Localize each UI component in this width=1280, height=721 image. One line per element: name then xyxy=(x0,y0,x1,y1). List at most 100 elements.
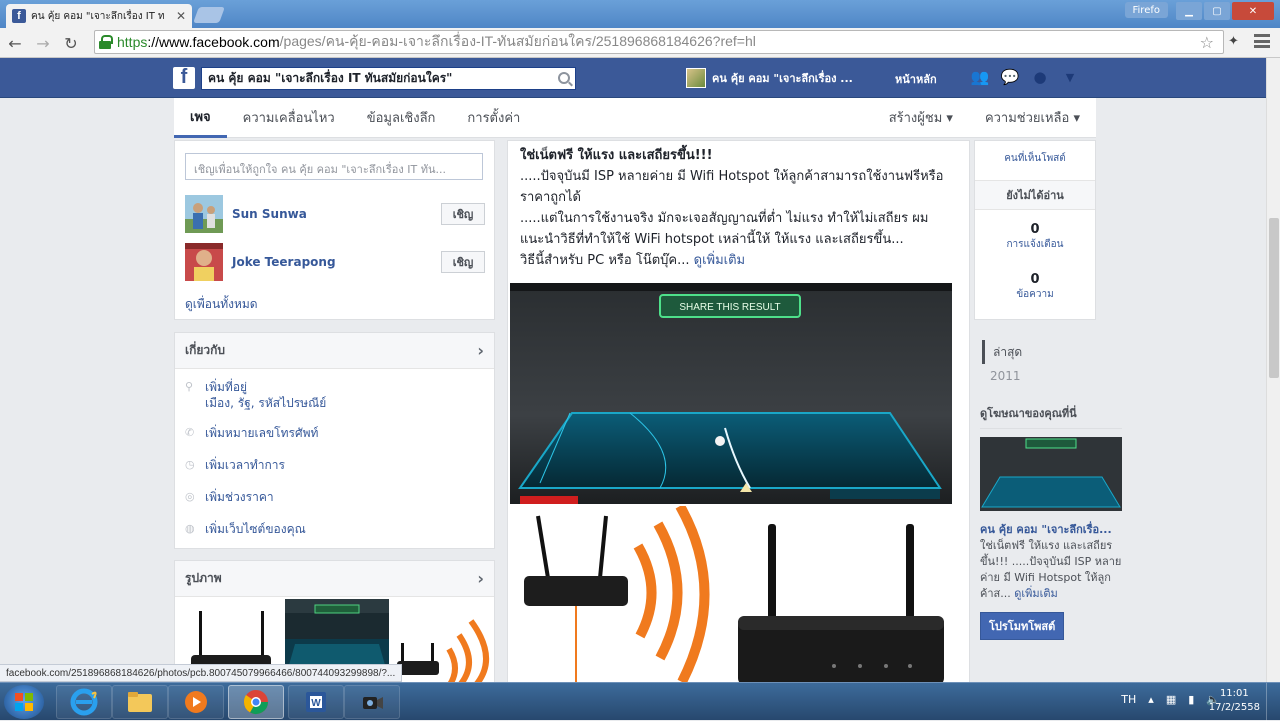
messages-link[interactable]: ข้อความ xyxy=(975,287,1095,302)
reload-icon[interactable]: ↻ xyxy=(60,32,82,54)
friend-requests-icon[interactable]: 👥 xyxy=(970,68,990,86)
add-location-item[interactable]: ⚲ เพิ่มที่อยู่ เมือง, รัฐ, รหัสไปรษณีย์ xyxy=(185,379,326,411)
tab-settings[interactable]: การตั้งค่า xyxy=(451,98,536,138)
invite-button[interactable]: เชิญ xyxy=(441,251,485,273)
messages-icon[interactable]: 💬 xyxy=(1000,68,1020,86)
forward-arrow-icon[interactable]: → xyxy=(32,32,54,54)
status-bar: facebook.com/251896868184626/photos/pcb.… xyxy=(0,664,403,682)
add-price-link[interactable]: เพิ่มช่วงราคา xyxy=(205,489,274,505)
home-link[interactable]: หน้าหลัก xyxy=(895,70,937,88)
add-location-link[interactable]: เพิ่มที่อยู่ xyxy=(205,379,326,395)
about-header[interactable]: เกี่ยวกับ › xyxy=(175,333,494,369)
speedtest-photo[interactable]: SHARE THIS RESULT xyxy=(510,283,952,504)
promo-image[interactable] xyxy=(980,437,1122,511)
add-phone-link[interactable]: เพิ่มหมายเลขโทรศัพท์ xyxy=(205,425,318,441)
minimize-button[interactable]: ▁ xyxy=(1176,2,1202,20)
profile-button[interactable]: Firefo xyxy=(1124,2,1168,18)
tray-expand-icon[interactable]: ▴ xyxy=(1148,693,1154,706)
invite-friends-input[interactable]: เชิญเพื่อนให้ถูกใจ คน คุ้ย คอม "เจาะลึกเ… xyxy=(185,153,483,180)
page-admin-nav: เพจ ความเคลื่อนไหว ข้อมูลเชิงลึก การตั้ง… xyxy=(174,98,1096,138)
router-photo[interactable] xyxy=(510,506,732,685)
location-pin-icon: ⚲ xyxy=(185,380,194,393)
see-all-friends-link[interactable]: ดูเพื่อนทั้งหมด xyxy=(185,295,258,314)
extension-icon[interactable]: ✦ xyxy=(1228,34,1246,50)
avatar xyxy=(686,68,706,88)
start-button[interactable] xyxy=(4,685,44,719)
file-explorer-icon[interactable] xyxy=(112,685,168,719)
account-chevron-down-icon[interactable]: ▼ xyxy=(1060,68,1080,86)
list-item: Joke Teerapong เชิญ xyxy=(185,243,485,281)
see-more-link[interactable]: ดูเพิ่มเติม xyxy=(694,253,745,268)
browser-tab[interactable]: f คน คุ้ย คอม "เจาะลึกเรื่อง IT ท ✕ xyxy=(6,4,192,28)
notifications-globe-icon[interactable]: ● xyxy=(1030,68,1050,86)
chevron-right-icon[interactable]: › xyxy=(477,341,484,360)
photo-thumbnail[interactable] xyxy=(391,599,495,685)
scrollbar[interactable] xyxy=(1266,58,1280,682)
invite-button[interactable]: เชิญ xyxy=(441,203,485,225)
add-website-item[interactable]: ◍ เพิ่มเว็บไซต์ของคุณ xyxy=(185,521,306,537)
maximize-button[interactable]: ▢ xyxy=(1204,2,1230,20)
facebook-header: f คน คุ้ย คอม "เจาะลึกเรื่อง IT ทันสมัยก… xyxy=(0,58,1280,98)
show-desktop-button[interactable] xyxy=(1266,683,1280,721)
promo-page-name[interactable]: คน คุ้ย คอม "เจาะลึกเรื่อ... xyxy=(980,523,1112,536)
invite-friends-card: เชิญเพื่อนให้ถูกใจ คน คุ้ย คอม "เจาะลึกเ… xyxy=(174,140,495,320)
bookmark-star-icon[interactable]: ☆ xyxy=(1200,33,1214,52)
clock[interactable]: 11:01 17/2/2558 xyxy=(1209,687,1260,715)
address-bar[interactable]: https://www.facebook.com/pages/คน-คุ้ย-ค… xyxy=(94,30,1224,54)
share-result-button[interactable]: SHARE THIS RESULT xyxy=(679,302,780,313)
router-photo[interactable] xyxy=(734,506,970,685)
avatar[interactable] xyxy=(185,195,223,233)
price-icon: ◎ xyxy=(185,490,195,503)
unread-heading: ยังไม่ได้อ่าน xyxy=(975,180,1095,210)
avatar[interactable] xyxy=(185,243,223,281)
photos-header[interactable]: รูปภาพ › xyxy=(175,561,494,597)
tab-insights[interactable]: ข้อมูลเชิงลึก xyxy=(351,98,452,138)
tab-activity[interactable]: ความเคลื่อนไหว xyxy=(227,98,351,138)
chevron-right-icon[interactable]: › xyxy=(477,569,484,588)
menu-icon[interactable] xyxy=(1254,34,1270,48)
facebook-logo-icon[interactable]: f xyxy=(173,66,195,89)
reach-label[interactable]: คนที่เห็นโพสต์ xyxy=(975,151,1095,166)
notification-count: 0 xyxy=(1030,222,1040,237)
timeline-item-2011[interactable]: 2011 xyxy=(982,364,1062,388)
about-card: เกี่ยวกับ › ⚲ เพิ่มที่อยู่ เมือง, รัฐ, รห… xyxy=(174,332,495,549)
clock-icon: ◷ xyxy=(185,458,195,471)
internet-explorer-icon[interactable] xyxy=(56,685,112,719)
photos-title: รูปภาพ xyxy=(185,571,222,585)
url-host: ://www.facebook.com xyxy=(147,34,280,50)
notifications-link[interactable]: การแจ้งเตือน xyxy=(975,237,1095,252)
word-icon[interactable]: W xyxy=(288,685,344,719)
url-path: /pages/คน-คุ้ย-คอม-เจาะลึกเรื่อง-IT-ทันส… xyxy=(279,33,756,49)
see-more-link[interactable]: ดูเพิ่มเติม xyxy=(1014,587,1058,600)
new-tab-button[interactable] xyxy=(193,7,225,23)
tab-close-icon[interactable]: ✕ xyxy=(176,9,186,23)
language-indicator[interactable]: TH xyxy=(1121,693,1136,706)
signal-icon[interactable]: ▮ xyxy=(1188,693,1194,706)
timeline-nav: ล่าสุด 2011 xyxy=(982,340,1062,388)
close-button[interactable]: ✕ xyxy=(1232,2,1274,20)
media-player-icon[interactable] xyxy=(168,685,224,719)
add-website-link[interactable]: เพิ่มเว็บไซต์ของคุณ xyxy=(205,521,306,537)
timeline-item-recent[interactable]: ล่าสุด xyxy=(982,340,1062,364)
camera-app-icon[interactable] xyxy=(344,685,400,719)
create-audience-menu[interactable]: สร้างผู้ชม ▾ xyxy=(873,98,969,138)
facebook-favicon-icon: f xyxy=(12,9,26,23)
back-arrow-icon[interactable]: ← xyxy=(4,32,26,54)
chrome-icon[interactable] xyxy=(228,685,284,719)
tab-page[interactable]: เพจ xyxy=(174,98,227,138)
profile-name: คน คุ้ย คอม "เจาะลึกเรื่อง ... xyxy=(712,72,853,85)
add-price-item[interactable]: ◎ เพิ่มช่วงราคา xyxy=(185,489,274,505)
add-hours-item[interactable]: ◷ เพิ่มเวลาทำการ xyxy=(185,457,285,473)
scroll-thumb[interactable] xyxy=(1269,218,1279,378)
add-hours-link[interactable]: เพิ่มเวลาทำการ xyxy=(205,457,285,473)
add-phone-item[interactable]: ✆ เพิ่มหมายเลขโทรศัพท์ xyxy=(185,425,318,441)
search-icon[interactable] xyxy=(558,72,570,84)
friend-name[interactable]: Sun Sunwa xyxy=(232,207,441,221)
promote-post-widget: ดูโฆษณาของคุณที่นี่ คน คุ้ย คอม "เจาะลึก… xyxy=(980,404,1122,640)
search-input[interactable]: คน คุ้ย คอม "เจาะลึกเรื่อง IT ทันสมัยก่อ… xyxy=(201,67,576,90)
friend-name[interactable]: Joke Teerapong xyxy=(232,255,441,269)
promote-post-button[interactable]: โปรโมทโพสต์ xyxy=(980,612,1065,640)
network-icon[interactable]: ▦ xyxy=(1166,693,1176,706)
help-menu[interactable]: ความช่วยเหลือ ▾ xyxy=(969,98,1096,138)
profile-link[interactable]: คน คุ้ย คอม "เจาะลึกเรื่อง ... xyxy=(686,68,853,88)
